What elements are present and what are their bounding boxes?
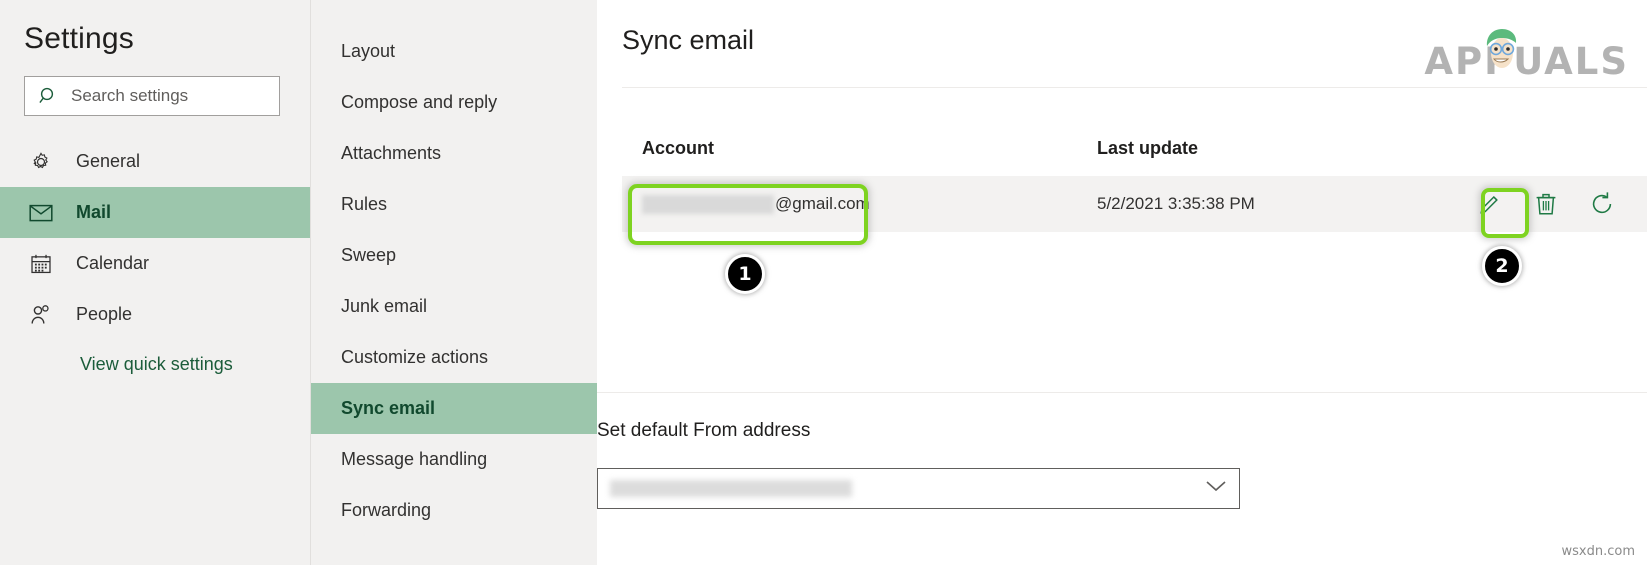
annotation-badge-1: 1 [725, 254, 765, 294]
sidebar-item-label: People [76, 304, 133, 324]
sidebar-item-general[interactable]: General [0, 136, 310, 187]
appuals-logo: APPUALS [1424, 29, 1629, 83]
section-divider [597, 392, 1647, 393]
sync-accounts-table: Account Last update @gmail.com 5/2/2021 … [622, 120, 1647, 232]
gear-icon [28, 151, 54, 173]
column-header-last-update: Last update [1097, 137, 1199, 158]
subnav-item-customize-actions[interactable]: Customize actions [311, 332, 597, 383]
subnav-item-sweep[interactable]: Sweep [311, 230, 597, 281]
default-from-select[interactable] [597, 468, 1240, 509]
search-icon [39, 86, 59, 106]
subnav-item-attachments[interactable]: Attachments [311, 128, 597, 179]
chevron-down-icon [1205, 479, 1227, 498]
last-update-cell: 5/2/2021 3:35:38 PM [1097, 194, 1255, 213]
edit-icon[interactable] [1475, 189, 1505, 219]
subnav-item-compose-and-reply[interactable]: Compose and reply [311, 77, 597, 128]
redacted-account-name [642, 194, 774, 214]
sidebar-item-label: General [76, 151, 141, 171]
watermark: wsxdn.com [1561, 544, 1636, 559]
title-divider [622, 87, 1647, 88]
sidebar-item-label: Calendar [76, 253, 150, 273]
sidebar-item-mail[interactable]: Mail [0, 187, 310, 238]
calendar-icon [28, 253, 54, 275]
sidebar-item-label: Mail [76, 202, 112, 222]
subnav-item-junk-email[interactable]: Junk email [311, 281, 597, 332]
subnav-item-sync-email[interactable]: Sync email [311, 383, 597, 434]
mail-subnav: Layout Compose and reply Attachments Rul… [310, 0, 597, 565]
account-domain: @gmail.com [775, 194, 870, 213]
annotation-badge-2: 2 [1482, 246, 1522, 286]
subnav-item-forwarding[interactable]: Forwarding [311, 485, 597, 536]
refresh-icon[interactable] [1587, 189, 1617, 219]
envelope-icon [28, 203, 54, 223]
sidebar-item-people[interactable]: People [0, 289, 310, 340]
table-header-row: Account Last update [622, 120, 1647, 176]
page-title: Settings [24, 22, 134, 55]
column-header-account: Account [642, 137, 714, 158]
row-actions [1475, 189, 1647, 219]
sidebar-nav: General Mail Calendar People [0, 136, 310, 340]
search-input[interactable]: Search settings [24, 76, 280, 116]
sidebar-item-calendar[interactable]: Calendar [0, 238, 310, 289]
redacted-from-address [610, 480, 852, 497]
appuals-logo-text: APPUALS [1424, 40, 1629, 83]
settings-sidebar: Settings Search settings General Mail Ca… [0, 0, 310, 565]
search-placeholder: Search settings [71, 86, 189, 105]
view-quick-settings-link[interactable]: View quick settings [80, 354, 310, 375]
settings-window: Settings Search settings General Mail Ca… [0, 0, 1647, 565]
default-from-label: Set default From address [597, 420, 811, 441]
appuals-mascot-icon [1487, 29, 1517, 68]
people-icon [28, 303, 54, 327]
table-row[interactable]: @gmail.com 5/2/2021 3:35:38 PM [622, 176, 1647, 232]
subnav-item-layout[interactable]: Layout [311, 26, 597, 77]
delete-icon[interactable] [1531, 189, 1561, 219]
subnav-item-message-handling[interactable]: Message handling [311, 434, 597, 485]
account-cell[interactable]: @gmail.com [642, 194, 1097, 214]
subnav-item-rules[interactable]: Rules [311, 179, 597, 230]
